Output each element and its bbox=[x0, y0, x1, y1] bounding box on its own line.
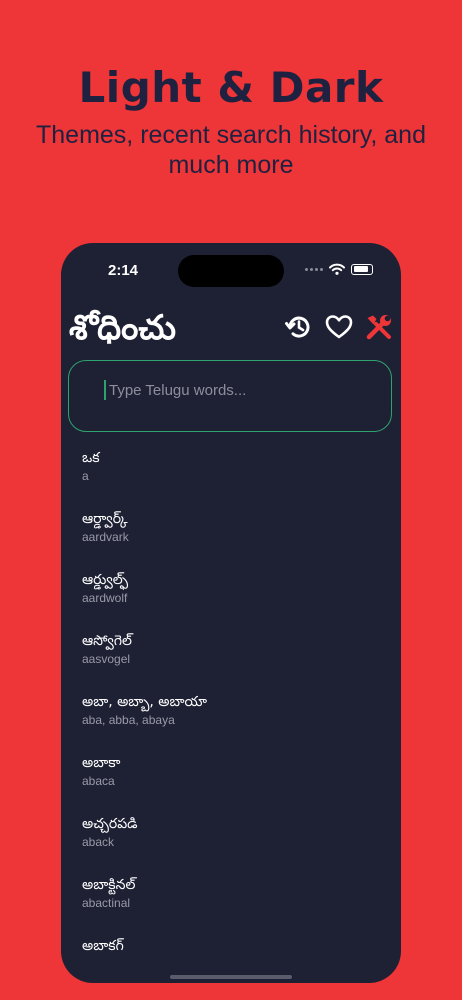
english-word: aasvogel bbox=[82, 652, 131, 666]
promo-subline: Themes, recent search history, and much … bbox=[36, 121, 426, 179]
tools-icon bbox=[366, 315, 391, 340]
status-time: 2:14 bbox=[108, 262, 139, 279]
phone-frame: 2:14 శోధించు Type Telugu words... ఒక a ఆ… bbox=[61, 243, 401, 983]
list-item[interactable]: అబా, అబ్బా, అబాయా aba, abba, abaya bbox=[82, 692, 382, 753]
favorites-button[interactable] bbox=[323, 311, 355, 343]
text-cursor bbox=[104, 380, 106, 400]
telugu-word: అబాకా bbox=[82, 755, 121, 771]
heart-icon bbox=[325, 315, 353, 339]
english-word: a bbox=[82, 469, 89, 483]
list-item[interactable]: ఒక a bbox=[82, 448, 382, 509]
app-title: శోధించు bbox=[69, 308, 176, 348]
wifi-icon bbox=[329, 263, 345, 275]
list-item[interactable]: అబాకా abaca bbox=[82, 753, 382, 814]
telugu-word: ఆర్డ్వుల్ఫ్ bbox=[82, 572, 129, 588]
telugu-word: అబాక్టినల్ bbox=[82, 877, 136, 893]
battery-icon bbox=[351, 263, 373, 275]
english-word: abaca bbox=[82, 774, 115, 788]
word-list: ఒక a ఆర్డ్వార్క్ aardvark ఆర్డ్వుల్ఫ్ aa… bbox=[82, 448, 382, 983]
list-item[interactable]: ఆర్డ్వుల్ఫ్ aardwolf bbox=[82, 570, 382, 631]
english-word: aardvark bbox=[82, 530, 129, 544]
history-icon bbox=[285, 316, 310, 338]
telugu-word: అబా, అబ్బా, అబాయా bbox=[82, 694, 208, 710]
search-input[interactable] bbox=[109, 379, 369, 401]
list-item[interactable]: ఆర్డ్వార్క్ aardvark bbox=[82, 509, 382, 570]
dynamic-island bbox=[178, 255, 284, 287]
search-box[interactable] bbox=[68, 360, 392, 432]
status-icons bbox=[305, 263, 373, 275]
english-word: abactinal bbox=[82, 896, 131, 910]
toolbar bbox=[283, 311, 395, 343]
list-item[interactable]: అబాక్టినల్ abactinal bbox=[82, 875, 382, 936]
telugu-word: ఆర్డ్వార్క్ bbox=[82, 511, 128, 527]
telugu-word: అచ్చరపడి bbox=[82, 816, 138, 832]
english-word: aback bbox=[82, 835, 115, 849]
english-word: aba, abba, abaya bbox=[82, 713, 175, 727]
list-item[interactable]: ఆస్వోగెల్ aasvogel bbox=[82, 631, 382, 692]
promo-headline: Light & Dark bbox=[78, 63, 384, 112]
english-word: aardwolf bbox=[82, 591, 128, 605]
telugu-word: ఆస్వోగెల్ bbox=[82, 633, 132, 649]
home-indicator[interactable] bbox=[170, 975, 292, 979]
history-button[interactable] bbox=[283, 311, 315, 343]
cellular-icon bbox=[305, 267, 323, 271]
list-item[interactable]: అచ్చరపడి aback bbox=[82, 814, 382, 875]
telugu-word: అబాకగ్ bbox=[82, 938, 124, 954]
settings-button[interactable] bbox=[363, 311, 395, 343]
telugu-word: ఒక bbox=[82, 450, 100, 466]
